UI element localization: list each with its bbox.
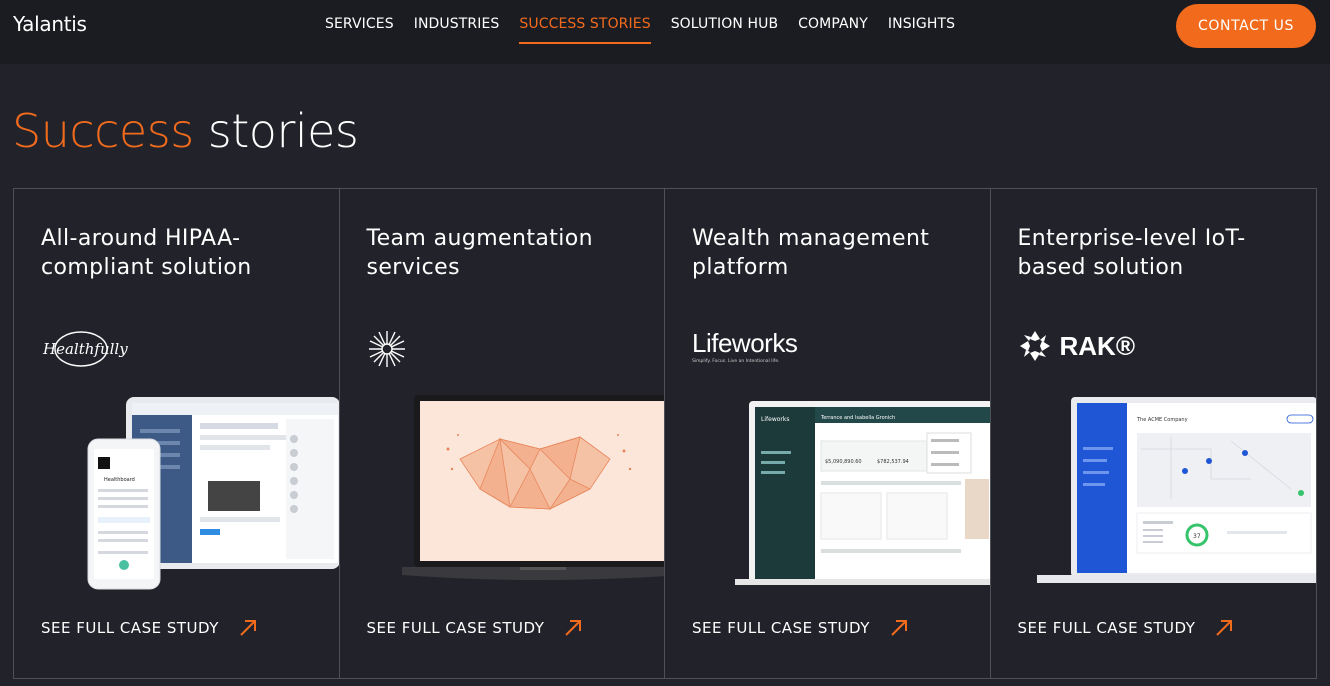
- healthfully-logo: Healthfully: [41, 329, 128, 369]
- title-accent: Success: [12, 104, 194, 158]
- page-title: Success stories: [12, 104, 359, 158]
- arrow-up-right-icon: [240, 620, 256, 636]
- menu-item-success-stories[interactable]: SUCCESS STORIES: [519, 16, 651, 44]
- case-card-hipaa[interactable]: All-around HIPAA-compliant solution Heal…: [14, 189, 340, 678]
- mockup-company-name: The ACME Company: [1136, 417, 1188, 423]
- case-card-title: All-around HIPAA-compliant solution: [41, 226, 252, 280]
- yalantis-logo[interactable]: Yalantis: [13, 12, 87, 36]
- case-card-team-augmentation[interactable]: Team augmentation services SEE FULL CASE…: [340, 189, 665, 678]
- rak-logo: RAK®: [1018, 329, 1136, 363]
- see-full-case-study-link[interactable]: SEE FULL CASE STUDY: [367, 619, 583, 637]
- case-card-title: Wealth management platform: [692, 226, 930, 280]
- contact-us-button[interactable]: CONTACT US: [1176, 4, 1316, 48]
- cta-label: SEE FULL CASE STUDY: [41, 619, 219, 637]
- see-full-case-study-link[interactable]: SEE FULL CASE STUDY: [692, 619, 908, 637]
- arrow-up-right-icon: [891, 620, 907, 636]
- case-card-title: Team augmentation services: [366, 226, 593, 280]
- mockup-gauge-value: 37: [1193, 533, 1201, 540]
- lifeworks-wordmark: Lifeworks: [692, 328, 798, 358]
- rak-wordmark: RAK®: [1059, 330, 1136, 361]
- client-logo: [367, 329, 407, 369]
- phone-app-title: Healthboard: [104, 477, 135, 483]
- cta-label: SEE FULL CASE STUDY: [1017, 619, 1196, 637]
- title-rest: stories: [193, 104, 359, 158]
- case-card-iot[interactable]: Enterprise-level IoT-based solution RAK®…: [991, 189, 1316, 678]
- mockup-stat-2: $782,537.94: [877, 459, 909, 465]
- cta-label: SEE FULL CASE STUDY: [692, 619, 870, 637]
- top-navigation: Yalantis SERVICES INDUSTRIES SUCCESS STO…: [0, 0, 1330, 64]
- see-full-case-study-link[interactable]: SEE FULL CASE STUDY: [41, 619, 257, 637]
- mockup-stat-1: $5,090,890.60: [825, 459, 862, 465]
- mockup-sidebar-logo: Lifeworks: [761, 416, 789, 423]
- main-menu: SERVICES INDUSTRIES SUCCESS STORIES SOLU…: [325, 16, 975, 44]
- menu-item-insights[interactable]: INSIGHTS: [888, 16, 955, 44]
- arrow-up-right-icon: [1216, 620, 1233, 636]
- arrow-up-right-icon: [565, 620, 582, 636]
- healthfully-wordmark: Healthfully: [43, 340, 128, 358]
- lifeworks-tagline: Simplify. Focus. Live an Intentional lif…: [692, 359, 780, 364]
- lifeworks-logo: Lifeworks Simplify. Focus. Live an Inten…: [692, 328, 798, 364]
- laptop-handshake-mockup: [401, 395, 665, 580]
- healthfully-app-mockup: Healthboard: [87, 397, 339, 590]
- mockup-client-name: Terrance and Isabella Gronich: [820, 415, 895, 421]
- cta-label: SEE FULL CASE STUDY: [366, 619, 545, 637]
- rak-iot-dashboard-mockup: The ACME Company 37: [1036, 397, 1316, 583]
- see-full-case-study-link[interactable]: SEE FULL CASE STUDY: [1018, 619, 1234, 637]
- menu-item-company[interactable]: COMPANY: [798, 16, 868, 44]
- menu-item-services[interactable]: SERVICES: [325, 16, 394, 44]
- starburst-logo-icon: [368, 331, 405, 367]
- rak-emblem-icon: [1019, 331, 1050, 361]
- case-card-title: Enterprise-level IoT-based solution: [1017, 226, 1246, 280]
- case-studies-grid: All-around HIPAA-compliant solution Heal…: [13, 188, 1317, 679]
- menu-item-industries[interactable]: INDUSTRIES: [414, 16, 500, 44]
- menu-item-solution-hub[interactable]: SOLUTION HUB: [671, 16, 778, 44]
- lifeworks-dashboard-mockup: Lifeworks Terrance and Isabella Gronich …: [735, 401, 990, 585]
- case-card-wealth-management[interactable]: Wealth management platform Lifeworks Sim…: [665, 189, 991, 678]
